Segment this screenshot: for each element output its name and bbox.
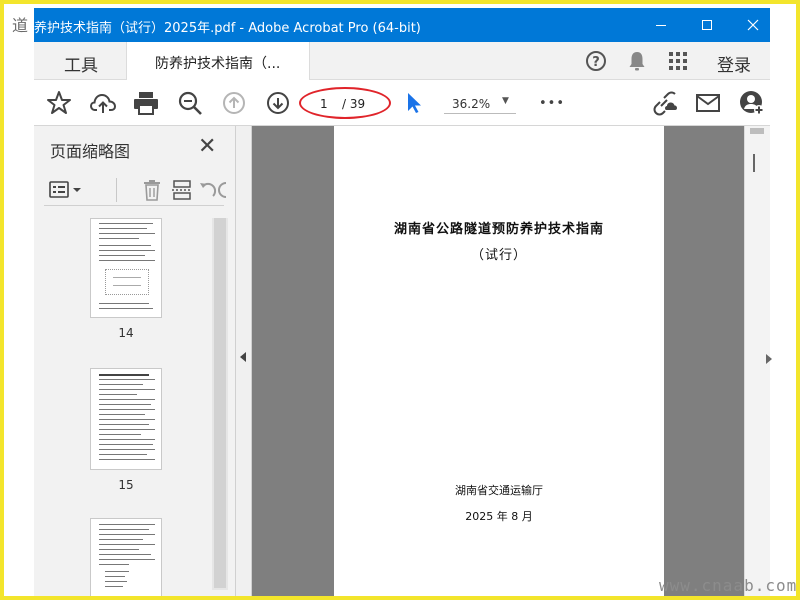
svg-text:?: ? — [592, 55, 600, 70]
minimize-button[interactable] — [638, 8, 684, 42]
site-logo: 道 — [12, 16, 29, 35]
window-title: 养护技术指南（试行）2025年.pdf - Adobe Acrobat Pro … — [34, 21, 421, 36]
add-user-button[interactable] — [738, 90, 766, 116]
pdf-page: 湖南省公路隧道预防养护技术指南 （试行） 湖南省交通运输厅 2025 年 8 月 — [334, 126, 664, 596]
apps-grid-icon — [669, 52, 687, 70]
toolbar: 1 / 39 36.2% ▼ ••• — [34, 80, 770, 126]
toolbar-divider — [116, 178, 117, 202]
close-button[interactable] — [730, 8, 770, 42]
select-tool-button[interactable] — [400, 90, 428, 116]
title-bar: 养护技术指南（试行）2025年.pdf - Adobe Acrobat Pro … — [34, 8, 770, 42]
help-icon: ? — [586, 51, 606, 71]
rotate-left-button[interactable] — [196, 178, 220, 202]
zoom-search-button[interactable] — [176, 90, 204, 116]
scroll-up-icon[interactable] — [750, 128, 764, 134]
collapse-arrow-icon[interactable] — [240, 352, 246, 362]
panel-scrollbar-thumb[interactable] — [214, 218, 226, 588]
magnifier-icon — [178, 91, 202, 115]
login-button[interactable]: 登录 — [717, 51, 751, 76]
panel-close-button[interactable]: ✕ — [198, 134, 216, 159]
document-title: 湖南省公路隧道预防养护技术指南 — [393, 222, 604, 237]
list-options-icon — [49, 181, 81, 198]
annotation-circle — [299, 87, 391, 119]
rotate-right-button[interactable] — [218, 178, 226, 202]
panel-splitter[interactable] — [236, 126, 252, 596]
next-page-button[interactable] — [264, 90, 292, 116]
thumbnail-page-14[interactable] — [90, 218, 162, 318]
thumbnail-page-15[interactable] — [90, 368, 162, 470]
document-view[interactable]: 湖南省公路隧道预防养护技术指南 （试行） 湖南省交通运输厅 2025 年 8 月 — [252, 126, 744, 596]
bookmark-star-button[interactable] — [45, 90, 73, 116]
document-issuer: 湖南省交通运输厅 — [455, 484, 543, 497]
scrollbar-thumb[interactable] — [753, 154, 755, 172]
rotate-left-icon — [200, 182, 217, 197]
user-add-icon — [740, 91, 764, 115]
options-menu-button[interactable] — [48, 178, 84, 202]
arrow-up-circle-icon — [223, 92, 245, 114]
close-icon — [747, 19, 759, 31]
thumbnail-page-16[interactable] — [90, 518, 162, 596]
printer-icon — [134, 92, 158, 115]
expand-right-arrow-icon[interactable] — [766, 354, 772, 364]
chevron-down-icon: ▼ — [502, 96, 509, 106]
thumbnail-list: 14 15 — [34, 218, 228, 596]
page-insert-icon — [172, 180, 192, 200]
envelope-icon — [696, 94, 720, 112]
star-icon — [47, 91, 71, 114]
email-button[interactable] — [694, 90, 722, 116]
share-link-button[interactable] — [650, 90, 678, 116]
panel-toolbar — [44, 174, 226, 206]
thumbnail-page-number: 15 — [118, 478, 134, 492]
upload-cloud-button[interactable] — [89, 90, 117, 116]
delete-page-button[interactable] — [140, 178, 164, 202]
acrobat-window: 养护技术指南（试行）2025年.pdf - Adobe Acrobat Pro … — [34, 8, 770, 596]
right-edge — [766, 8, 796, 596]
link-cloud-icon — [653, 91, 677, 116]
apps-button[interactable] — [666, 49, 690, 73]
panel-title: 页面缩略图 — [50, 142, 131, 161]
zoom-value: 36.2% — [452, 97, 491, 111]
screenshot-frame: 道 养护技术指南（试行）2025年.pdf - Adobe Acrobat Pr… — [0, 0, 800, 600]
panel-scrollbar[interactable] — [212, 218, 228, 590]
print-button[interactable] — [132, 90, 160, 116]
tools-tab[interactable]: 工具 — [64, 51, 98, 76]
document-date: 2025 年 8 月 — [465, 510, 533, 523]
more-tools-button[interactable]: ••• — [538, 90, 566, 116]
rotate-right-icon — [218, 182, 226, 198]
maximize-icon — [702, 20, 712, 30]
previous-page-button[interactable] — [220, 90, 248, 116]
maximize-button[interactable] — [684, 8, 730, 42]
menu-bar: 工具 防养护技术指南（... ? 登录 — [34, 42, 770, 80]
thumbnail-page-number: 14 — [118, 326, 134, 340]
notifications-button[interactable] — [625, 49, 649, 73]
zoom-dropdown[interactable]: 36.2% ▼ — [444, 94, 516, 114]
help-button[interactable]: ? — [584, 49, 608, 73]
document-tab[interactable]: 防养护技术指南（... — [126, 42, 310, 80]
cursor-arrow-icon — [408, 93, 421, 113]
site-watermark: www.cnaab.com — [659, 576, 798, 595]
arrow-down-circle-icon — [267, 92, 289, 114]
cloud-upload-icon — [90, 93, 116, 113]
page-thumbnails-panel: 页面缩略图 ✕ 14 15 — [34, 126, 236, 596]
document-subtitle: （试行） — [470, 248, 527, 263]
bell-icon — [629, 52, 645, 71]
insert-page-button[interactable] — [170, 178, 194, 202]
trash-icon — [144, 180, 160, 201]
minimize-icon — [656, 25, 666, 26]
document-tab-label: 防养护技术指南（... — [155, 56, 281, 72]
